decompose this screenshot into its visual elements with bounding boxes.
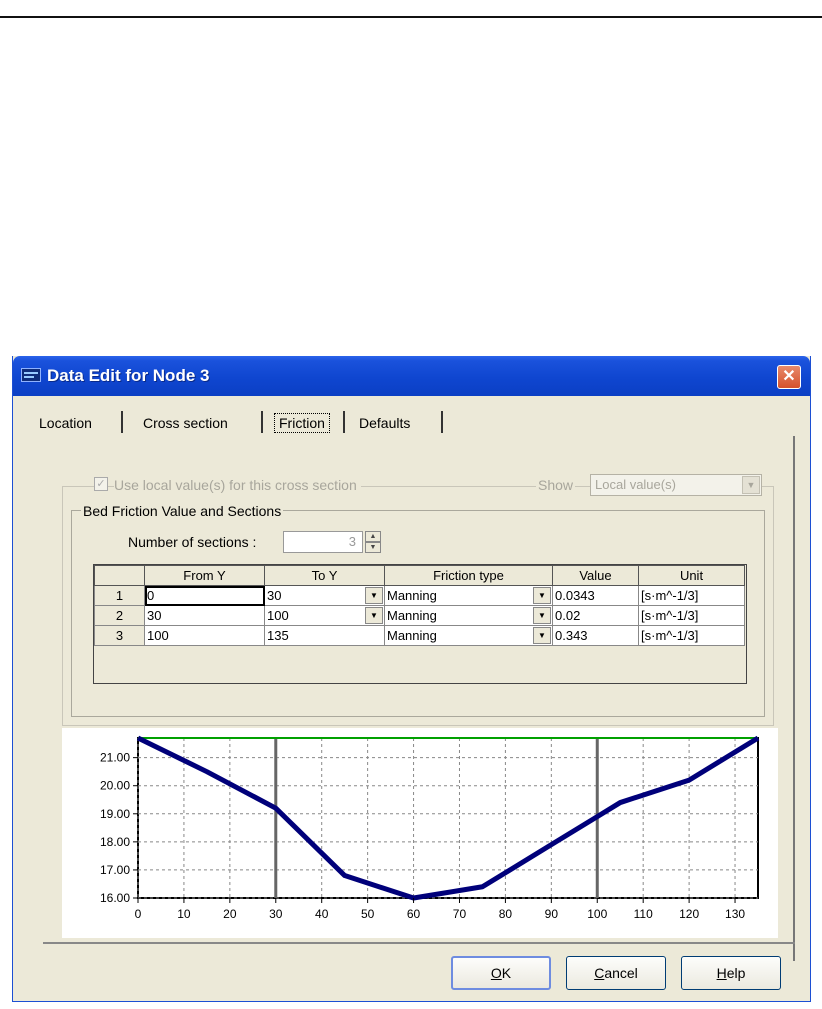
help-button[interactable]: Help	[681, 956, 781, 990]
x-tick-label: 100	[587, 907, 607, 921]
table-row: 2 30 100 ▼ Manning ▼ 0.02 [s·m^-1/3]	[94, 605, 745, 626]
y-tick-label: 21.00	[100, 751, 130, 765]
to-y-cell[interactable]: 135	[264, 625, 385, 646]
close-icon: ✕	[782, 368, 796, 385]
plot-area	[137, 737, 759, 899]
cross-section-chart: 0 10 20 30 40 50 60 70 80 90 100 110 120 130 16.00 17.0…	[100, 735, 760, 921]
x-tick-label: 30	[269, 907, 283, 921]
tab-separator	[261, 411, 263, 433]
use-local-checkbox[interactable]: ✓	[94, 477, 108, 491]
friction-type-cell[interactable]: Manning ▼	[384, 605, 553, 626]
y-tick-label: 19.00	[100, 807, 130, 821]
chevron-down-icon[interactable]: ▼	[365, 607, 383, 624]
from-y-cell[interactable]: 100	[144, 625, 265, 646]
x-tick-label: 70	[453, 907, 467, 921]
friction-type-cell[interactable]: Manning ▼	[384, 625, 553, 646]
tab-friction[interactable]: Friction	[269, 409, 335, 437]
bed-friction-group-label: Bed Friction Value and Sections	[81, 503, 284, 519]
show-label: Show	[536, 477, 576, 493]
tab-separator	[121, 411, 123, 433]
x-tick-label: 60	[407, 907, 421, 921]
title-bar[interactable]: Data Edit for Node 3 ✕	[13, 356, 810, 396]
to-y-cell[interactable]: 30 ▼	[264, 585, 385, 606]
friction-table: From Y To Y Friction type Value Unit 1 0…	[93, 564, 747, 684]
spin-up-icon[interactable]: ▲	[365, 531, 381, 542]
show-select[interactable]: Local value(s) ▼	[590, 474, 762, 496]
column-header-friction-type[interactable]: Friction type	[384, 565, 553, 586]
panel-edge	[793, 436, 795, 961]
cancel-button[interactable]: Cancel	[566, 956, 666, 990]
chevron-down-icon[interactable]: ▼	[533, 607, 551, 624]
table-row: 1 0 30 ▼ Manning ▼ 0.0343 [s·m^-1/3]	[94, 585, 745, 606]
column-header-from-y[interactable]: From Y	[144, 565, 265, 586]
use-local-label: Use local value(s) for this cross sectio…	[114, 477, 361, 493]
cross-section-chart-panel: 0 10 20 30 40 50 60 70 80 90 100 110 120 130 16.00 17.0…	[62, 728, 778, 938]
unit-cell: [s·m^-1/3]	[638, 605, 745, 626]
x-tick-label: 10	[177, 907, 191, 921]
y-tick-label: 17.00	[100, 863, 130, 877]
tab-cross-section[interactable]: Cross section	[137, 409, 234, 437]
x-tick-label: 120	[679, 907, 699, 921]
tab-defaults[interactable]: Defaults	[353, 409, 416, 437]
row-number[interactable]: 2	[94, 605, 145, 626]
unit-cell: [s·m^-1/3]	[638, 585, 745, 606]
y-tick-label: 20.00	[100, 779, 130, 793]
num-sections-label: Number of sections :	[128, 534, 257, 550]
x-tick-label: 0	[135, 907, 142, 921]
panel-edge	[43, 942, 795, 944]
value-cell[interactable]: 0.02	[552, 605, 639, 626]
data-edit-dialog: Data Edit for Node 3 ✕ Location Cross se…	[12, 356, 811, 1002]
num-sections-spinner[interactable]: ▲ ▼	[365, 531, 381, 553]
show-select-value: Local value(s)	[595, 477, 676, 492]
x-tick-label: 50	[361, 907, 375, 921]
column-header-unit[interactable]: Unit	[638, 565, 745, 586]
chevron-down-icon[interactable]: ▼	[533, 627, 551, 644]
close-button[interactable]: ✕	[777, 365, 801, 389]
friction-type-cell[interactable]: Manning ▼	[384, 585, 553, 606]
num-sections-input[interactable]: 3	[283, 531, 363, 553]
chevron-down-icon[interactable]: ▼	[533, 587, 551, 604]
table-row: 3 100 135 Manning ▼ 0.343 [s·m^-1/3]	[94, 625, 745, 646]
y-tick-label: 18.00	[100, 835, 130, 849]
chevron-down-icon[interactable]: ▼	[365, 587, 383, 604]
tab-separator	[343, 411, 345, 433]
column-header-value[interactable]: Value	[552, 565, 639, 586]
app-icon	[21, 368, 41, 382]
top-divider-line	[0, 16, 822, 18]
tab-separator	[441, 411, 443, 433]
column-header-row-number	[94, 565, 145, 586]
y-tick-label: 16.00	[100, 891, 130, 905]
unit-cell: [s·m^-1/3]	[638, 625, 745, 646]
x-tick-label: 40	[315, 907, 329, 921]
x-tick-label: 130	[725, 907, 745, 921]
from-y-cell[interactable]: 30	[144, 605, 265, 626]
value-cell[interactable]: 0.343	[552, 625, 639, 646]
column-header-to-y[interactable]: To Y	[264, 565, 385, 586]
x-tick-label: 110	[634, 907, 653, 921]
row-number[interactable]: 1	[94, 585, 145, 606]
to-y-cell[interactable]: 100 ▼	[264, 605, 385, 626]
row-number[interactable]: 3	[94, 625, 145, 646]
tab-location[interactable]: Location	[33, 409, 98, 437]
x-tick-label: 20	[223, 907, 237, 921]
ok-button[interactable]: OK	[451, 956, 551, 990]
x-tick-label: 80	[499, 907, 513, 921]
chevron-down-icon: ▼	[742, 476, 760, 494]
window-title: Data Edit for Node 3	[47, 366, 210, 385]
x-tick-label: 90	[545, 907, 559, 921]
value-cell[interactable]: 0.0343	[552, 585, 639, 606]
spin-down-icon[interactable]: ▼	[365, 542, 381, 553]
from-y-cell[interactable]: 0	[144, 585, 265, 606]
